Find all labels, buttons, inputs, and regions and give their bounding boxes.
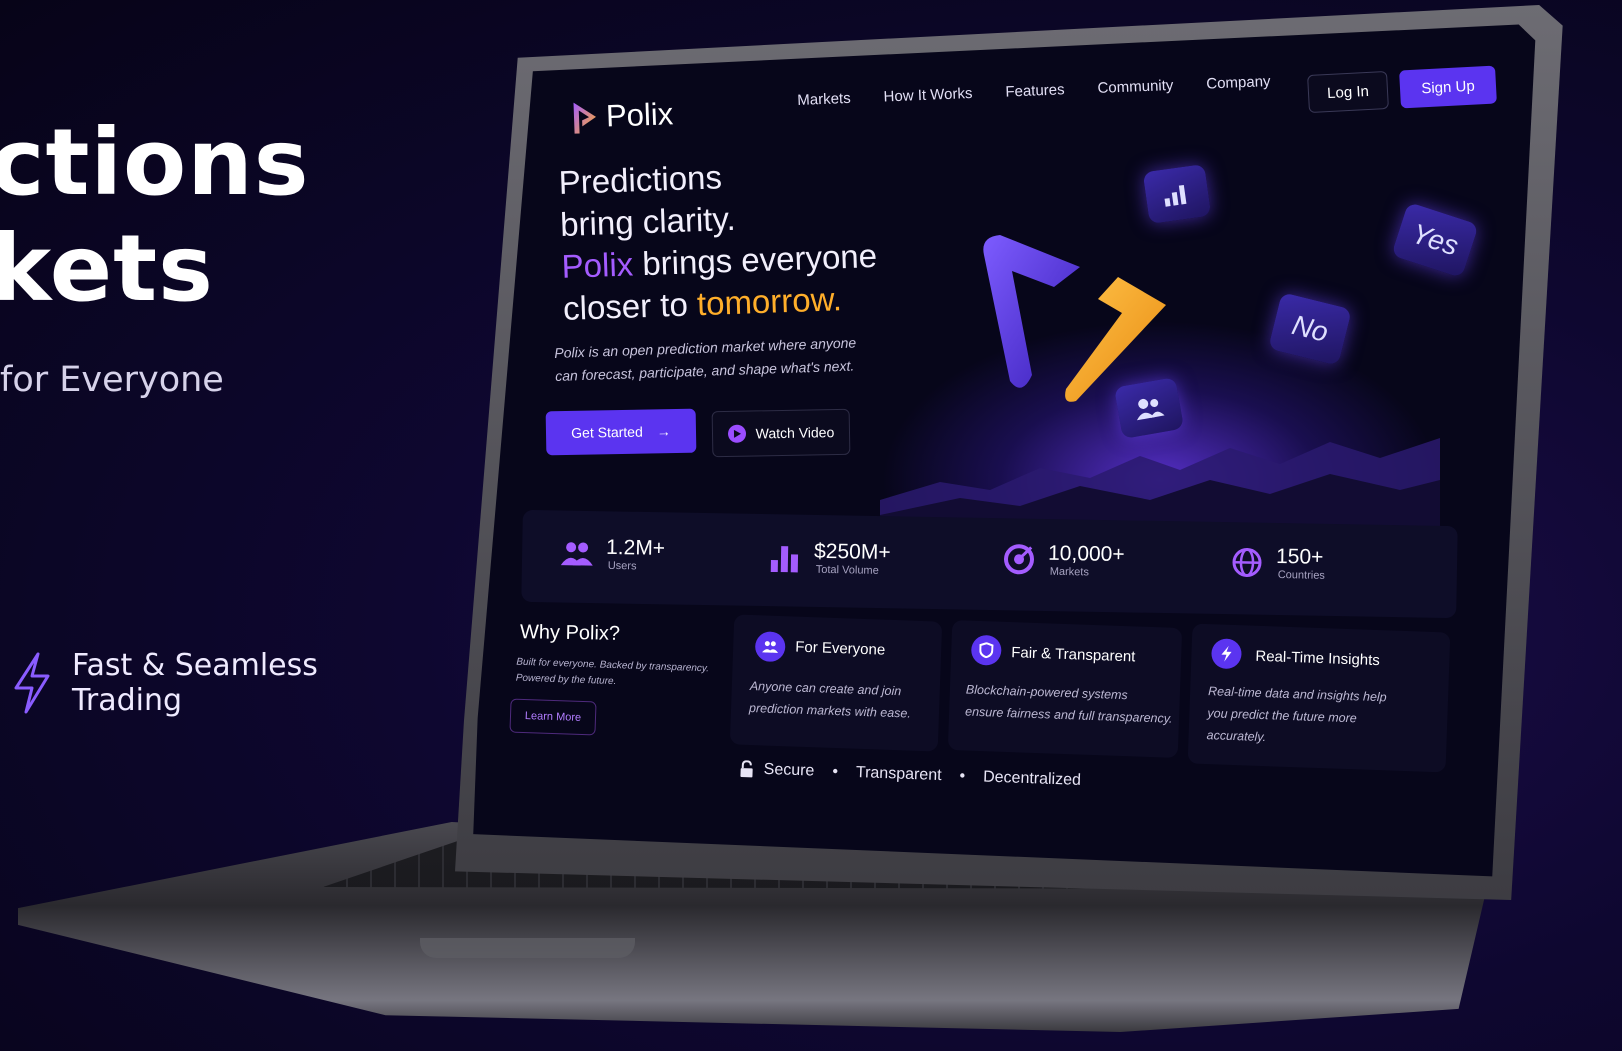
learn-more-button[interactable]: Learn More: [509, 698, 597, 736]
shield-icon: [970, 634, 1002, 666]
feature-fast-trading: Fast & Seamless Trading: [10, 648, 318, 718]
trust-secure: Secure: [763, 760, 815, 780]
mountain-illustration: [880, 438, 1440, 530]
brand-name: Polix: [605, 96, 674, 134]
stat-countries: 150+ Countries: [1230, 544, 1326, 582]
nav-company[interactable]: Company: [1206, 73, 1271, 93]
target-icon: [1002, 542, 1037, 577]
feature-text-line-1: Fast & Seamless: [72, 648, 318, 683]
bar-chart-icon: [768, 540, 803, 575]
stat-volume-label: Total Volume: [815, 563, 879, 577]
globe-icon: [1230, 545, 1265, 580]
trust-transparent: Transparent: [855, 764, 942, 785]
nav-how-it-works[interactable]: How It Works: [883, 85, 973, 106]
login-button[interactable]: Log In: [1307, 70, 1389, 114]
lock-icon: [740, 760, 753, 778]
hero-accent-tomorrow: tomorrow.: [696, 280, 843, 323]
headline-line-1: ctions: [0, 109, 310, 216]
why-polix-title: Why Polix?: [519, 621, 621, 645]
hero-line-3: brings everyone: [632, 236, 878, 283]
separator-dot: •: [959, 767, 966, 785]
hero-accent-polix: Polix: [561, 245, 634, 285]
separator-dot: •: [832, 763, 839, 781]
left-hero: ctions kets: [0, 110, 310, 322]
card-title: Fair & Transparent: [1010, 644, 1136, 666]
card-title: Real-Time Insights: [1255, 647, 1381, 670]
lightning-icon: [14, 652, 50, 714]
play-icon: [727, 424, 746, 443]
watch-video-button[interactable]: Watch Video: [711, 408, 851, 458]
nav-features[interactable]: Features: [1005, 81, 1065, 100]
stat-countries-value: 150+: [1275, 544, 1324, 569]
get-started-button[interactable]: Get Started →: [545, 408, 697, 456]
headline-line-2: kets: [0, 215, 214, 322]
card-real-time-insights: Real-Time Insights Real-time data and in…: [1187, 623, 1451, 773]
stat-markets: 10,000+ Markets: [1002, 541, 1125, 579]
brand-logo[interactable]: Polix: [569, 96, 674, 136]
screen-hero-heading: Predictions bring clarity. Polix brings …: [558, 151, 879, 330]
nav-markets[interactable]: Markets: [797, 90, 851, 109]
stat-markets-value: 10,000+: [1047, 541, 1125, 567]
users-tile-icon: [1113, 377, 1185, 439]
stat-users: 1.2M+ Users: [560, 535, 666, 573]
left-subtitle: for Everyone: [0, 360, 224, 400]
polix-logo-icon: [573, 102, 597, 134]
card-title: For Everyone: [794, 638, 886, 659]
stat-volume-value: $250M+: [813, 539, 891, 565]
why-polix-description: Built for everyone. Backed by transparen…: [516, 655, 710, 694]
stat-users-label: Users: [607, 559, 637, 573]
arrow-right-icon: →: [656, 423, 671, 440]
stat-countries-label: Countries: [1277, 569, 1325, 582]
stat-volume: $250M+ Total Volume: [768, 539, 891, 577]
users-icon: [560, 536, 595, 571]
lightning-icon: [1210, 638, 1243, 670]
trust-decentralized: Decentralized: [982, 768, 1082, 789]
laptop-notch: [420, 938, 635, 958]
users-icon: [754, 631, 786, 663]
nav-community[interactable]: Community: [1097, 77, 1173, 97]
get-started-label: Get Started: [571, 423, 643, 441]
stat-users-value: 1.2M+: [605, 535, 666, 560]
card-desc-line-2: prediction markets with ease.: [748, 700, 912, 721]
watch-video-label: Watch Video: [755, 424, 835, 442]
stat-markets-label: Markets: [1049, 565, 1090, 579]
bar-chart-tile-icon: [1142, 163, 1212, 225]
card-for-everyone: For Everyone Anyone can create and join …: [729, 614, 943, 752]
signup-button[interactable]: Sign Up: [1399, 65, 1497, 109]
hero-line-4: closer to: [562, 285, 698, 327]
feature-text-line-2: Trading: [72, 683, 183, 718]
card-fair-transparent: Fair & Transparent Blockchain-powered sy…: [947, 620, 1183, 758]
